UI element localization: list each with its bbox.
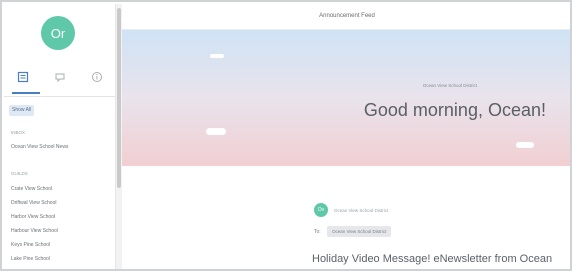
- section-label-inbox: INBOX: [11, 130, 26, 135]
- post-author-avatar: Ov: [314, 203, 328, 217]
- post-recipient-chip[interactable]: Ocean View School District: [327, 226, 392, 237]
- scrollbar-thumb[interactable]: [117, 8, 121, 188]
- sidebar-item-school[interactable]: Lake Pine School: [11, 256, 50, 262]
- post-to-label: To:: [314, 229, 321, 235]
- sidebar-item-ocean-view-news[interactable]: Ocean View School News: [11, 144, 68, 150]
- cloud-graphic: [516, 142, 534, 148]
- sidebar-item-school[interactable]: Harbor View School: [11, 214, 55, 220]
- sidebar-item-school[interactable]: Harbour View School: [11, 228, 58, 234]
- post-title[interactable]: Holiday Video Message! eNewsletter from …: [312, 253, 552, 265]
- cloud-graphic: [210, 54, 224, 58]
- sidebar-item-school[interactable]: Keys Pine School: [11, 242, 50, 248]
- chat-icon[interactable]: [49, 66, 71, 88]
- district-subtitle: Ocean View School District: [422, 83, 477, 88]
- cloud-graphic: [206, 128, 226, 135]
- sidebar-item-school[interactable]: Crate View School: [11, 186, 52, 192]
- main-content: Announcement Feed Ocean View School Dist…: [122, 4, 570, 269]
- feed-icon[interactable]: [12, 66, 34, 88]
- user-avatar[interactable]: Or: [41, 16, 75, 50]
- info-icon[interactable]: [86, 66, 108, 88]
- post-author-name[interactable]: Ocean View School District: [334, 208, 388, 213]
- sidebar-icon-tabs: [4, 62, 115, 92]
- page-title: Announcement Feed: [319, 13, 375, 19]
- sidebar-item-school[interactable]: Driftwal View School: [11, 200, 56, 206]
- sidebar-divider: [4, 96, 115, 97]
- sidebar: Or Show All INBOX Ocean View School News…: [4, 4, 116, 269]
- app-window: Or Show All INBOX Ocean View School News…: [0, 0, 572, 271]
- active-tab-indicator: [12, 92, 40, 94]
- feed-header: Announcement Feed: [122, 4, 570, 30]
- show-all-button[interactable]: Show All: [9, 105, 35, 116]
- section-label-guilds: GUILDS: [11, 171, 28, 176]
- greeting-banner: Ocean View School District Good morning,…: [122, 30, 570, 166]
- greeting-text: Good morning, Ocean!: [363, 100, 546, 120]
